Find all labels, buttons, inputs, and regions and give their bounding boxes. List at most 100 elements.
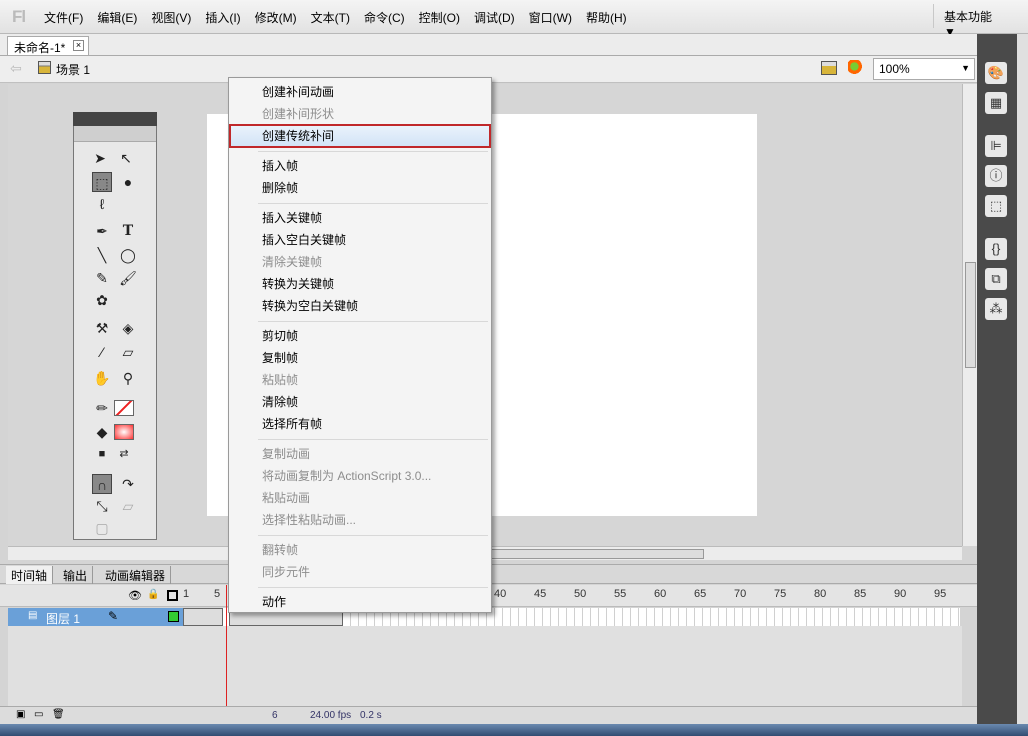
selection-tool-icon[interactable]: ➤ bbox=[90, 148, 110, 168]
code-snippets-icon[interactable]: {} bbox=[985, 238, 1007, 260]
menu-item-delete-frame[interactable]: 删除帧 bbox=[262, 179, 298, 196]
tab-output[interactable]: 输出 bbox=[58, 566, 94, 584]
hand-tool-icon[interactable]: ✋ bbox=[92, 368, 112, 388]
zoom-select[interactable]: 100% ▼ bbox=[873, 58, 975, 80]
current-frame: 6 bbox=[272, 710, 278, 721]
ruler-label: 95 bbox=[934, 588, 947, 600]
edit-symbol-icon[interactable] bbox=[848, 60, 864, 76]
oval-tool-icon[interactable]: ◯ bbox=[118, 245, 138, 265]
menu-item-copy-motion-as-as3: 将动画复制为 ActionScript 3.0... bbox=[262, 469, 432, 483]
tab-timeline[interactable]: 时间轴 bbox=[6, 566, 54, 584]
paint-bucket-tool-icon[interactable]: ◈ bbox=[118, 318, 138, 338]
menu-item-paste-motion-special: 选择性粘贴动画... bbox=[262, 513, 357, 527]
back-arrow-icon[interactable]: ⇦ bbox=[10, 60, 22, 77]
menu-view[interactable]: 视图(V) bbox=[151, 9, 191, 26]
menu-commands[interactable]: 命令(C) bbox=[364, 9, 405, 26]
edit-scene-icon[interactable] bbox=[821, 61, 837, 75]
menu-item-select-all-frames[interactable]: 选择所有帧 bbox=[262, 415, 322, 432]
brush-tool-icon[interactable]: 🖌 bbox=[118, 268, 138, 288]
subselection-tool-icon[interactable]: ↖ bbox=[116, 148, 136, 168]
vertical-scrollbar[interactable] bbox=[962, 84, 977, 546]
menu-window[interactable]: 窗口(W) bbox=[529, 9, 572, 26]
fill-color-icon[interactable]: ◆ bbox=[92, 422, 112, 442]
bone-tool-icon[interactable]: ⚒ bbox=[92, 318, 112, 338]
menu-item-insert-keyframe[interactable]: 插入关键帧 bbox=[262, 209, 322, 226]
menu-item-clear-frames[interactable]: 清除帧 bbox=[262, 393, 298, 410]
menu-item-convert-to-blank-keyframe[interactable]: 转换为空白关键帧 bbox=[262, 297, 358, 314]
scrollbar-thumb[interactable] bbox=[490, 549, 704, 559]
free-transform-tool-icon[interactable]: ⬚ bbox=[92, 172, 112, 192]
text-tool-icon[interactable]: T bbox=[118, 221, 138, 241]
document-tab-bar bbox=[0, 34, 977, 56]
menu-help[interactable]: 帮助(H) bbox=[586, 9, 627, 26]
scrollbar-thumb[interactable] bbox=[965, 262, 976, 368]
3d-rotation-tool-icon[interactable]: ● bbox=[118, 172, 138, 192]
eraser-tool-icon[interactable]: ▱ bbox=[118, 342, 138, 362]
layer-icon: ▤ bbox=[28, 610, 38, 621]
menu-modify[interactable]: 修改(M) bbox=[255, 9, 297, 26]
menu-item-cut-frames[interactable]: 剪切帧 bbox=[262, 327, 298, 344]
layer-row[interactable]: ▤ 图层 1 ✎ bbox=[8, 608, 183, 626]
tab-motion-editor[interactable]: 动画编辑器 bbox=[100, 566, 172, 584]
menu-item-copy-frames[interactable]: 复制帧 bbox=[262, 349, 298, 366]
pen-tool-icon[interactable]: ✒ bbox=[92, 221, 112, 241]
menu-control[interactable]: 控制(O) bbox=[419, 9, 460, 26]
outline-icon[interactable] bbox=[167, 590, 178, 601]
workspace-switcher[interactable]: 基本功能 ▼ bbox=[933, 4, 1017, 39]
new-layer-icon[interactable]: ▣ bbox=[16, 709, 25, 720]
align-panel-icon[interactable]: ⊫ bbox=[985, 135, 1007, 157]
layer-name[interactable]: 图层 1 bbox=[46, 610, 80, 627]
rotate-skew-icon[interactable]: ▱ bbox=[118, 496, 138, 516]
new-folder-icon[interactable]: ▭ bbox=[34, 709, 43, 720]
pencil-tool-icon[interactable]: ✎ bbox=[92, 268, 112, 288]
smooth-icon[interactable]: ↷ bbox=[118, 474, 138, 494]
close-icon[interactable]: × bbox=[73, 40, 84, 51]
menu-item-create-motion-tween[interactable]: 创建补间动画 bbox=[262, 83, 334, 100]
scale-icon[interactable]: ▢ bbox=[92, 518, 112, 538]
ruler-label: 45 bbox=[534, 588, 547, 600]
transform-panel-icon[interactable]: ⬚ bbox=[985, 195, 1007, 217]
swatches-panel-icon[interactable]: ▦ bbox=[985, 92, 1007, 114]
motion-presets-icon[interactable]: ⁂ bbox=[985, 298, 1007, 320]
eye-icon[interactable]: 👁 bbox=[128, 589, 142, 602]
menu-item-insert-frame[interactable]: 插入帧 bbox=[262, 157, 298, 174]
lock-icon[interactable]: 🔒 bbox=[147, 589, 159, 600]
menu-edit[interactable]: 编辑(E) bbox=[97, 9, 137, 26]
stroke-color-icon[interactable]: ✏ bbox=[92, 398, 112, 418]
menu-item-insert-blank-keyframe[interactable]: 插入空白关键帧 bbox=[262, 231, 346, 248]
menu-insert[interactable]: 插入(I) bbox=[205, 9, 240, 26]
tools-panel-gripper[interactable] bbox=[74, 126, 156, 142]
menu-debug[interactable]: 调试(D) bbox=[474, 9, 515, 26]
main-menu: 文件(F) 编辑(E) 视图(V) 插入(I) 修改(M) 文本(T) 命令(C… bbox=[44, 9, 641, 26]
zoom-tool-icon[interactable]: ⚲ bbox=[118, 368, 138, 388]
keyframe-span[interactable] bbox=[183, 608, 223, 626]
lasso-tool-icon[interactable]: ℓ bbox=[92, 194, 112, 214]
tools-panel-header[interactable] bbox=[73, 112, 157, 126]
deco-tool-icon[interactable]: ✿ bbox=[92, 290, 112, 310]
line-tool-icon[interactable]: ╲ bbox=[92, 245, 112, 265]
snap-to-objects-icon[interactable]: ∩ bbox=[92, 474, 112, 494]
menu-item-actions[interactable]: 动作 bbox=[262, 593, 286, 610]
stroke-color-swatch[interactable] bbox=[114, 400, 134, 416]
swap-colors-icon[interactable]: ⇄ bbox=[114, 444, 134, 464]
menu-text[interactable]: 文本(T) bbox=[311, 9, 350, 26]
playhead[interactable] bbox=[226, 585, 227, 706]
flash-logo-icon: Fl bbox=[12, 7, 26, 26]
menu-separator bbox=[258, 439, 488, 440]
components-panel-icon[interactable]: ⧉ bbox=[985, 268, 1007, 290]
layer-color-icon[interactable] bbox=[168, 611, 179, 622]
frame-rate[interactable]: 24.00 fps bbox=[310, 710, 351, 721]
chevron-down-icon[interactable]: ▼ bbox=[961, 63, 970, 73]
fill-color-swatch[interactable] bbox=[114, 424, 134, 440]
tools-panel bbox=[73, 112, 157, 540]
color-panel-icon[interactable]: 🎨 bbox=[985, 62, 1007, 84]
info-panel-icon[interactable]: ⓘ bbox=[985, 165, 1007, 187]
document-tab[interactable]: 未命名-1* × bbox=[7, 36, 89, 55]
menu-item-create-classic-tween[interactable]: 创建传统补间 bbox=[262, 127, 334, 144]
straighten-icon[interactable]: ⤡ bbox=[92, 496, 112, 516]
delete-icon[interactable]: 🗑 bbox=[52, 709, 65, 720]
menu-file[interactable]: 文件(F) bbox=[44, 9, 83, 26]
black-white-icon[interactable]: ■ bbox=[92, 444, 112, 464]
eyedropper-tool-icon[interactable]: ⁄ bbox=[92, 342, 112, 362]
menu-item-convert-to-keyframe[interactable]: 转换为关键帧 bbox=[262, 275, 334, 292]
